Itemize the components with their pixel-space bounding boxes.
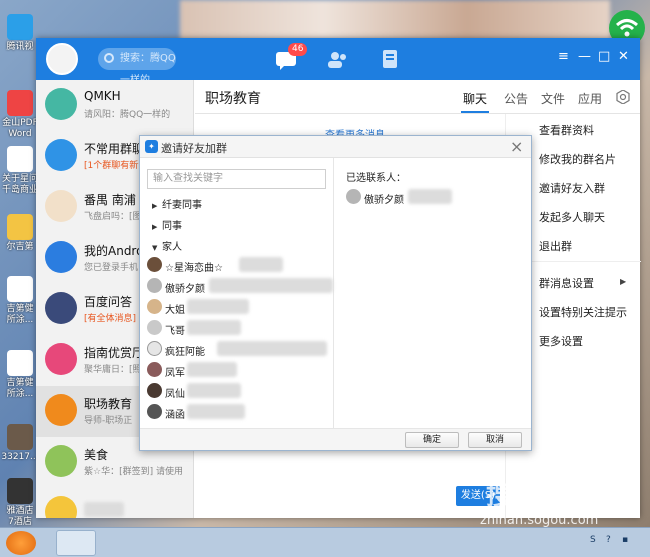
avatar <box>147 299 162 314</box>
dialog-header: ✦ 邀请好友加群 × <box>140 136 531 158</box>
watermark-logo: 搜狗指南 <box>486 481 591 511</box>
wallpaper-photo <box>180 0 610 40</box>
tab-apps[interactable]: 应用 <box>578 90 602 107</box>
help-icon[interactable]: ? <box>606 535 611 545</box>
dialog-title: 邀请好友加群 <box>161 142 227 155</box>
selected-contacts-label: 已选联系人： <box>346 173 406 184</box>
contact-item[interactable] <box>36 488 193 518</box>
video-icon <box>7 14 33 40</box>
document-icon <box>7 146 33 172</box>
redacted-text <box>217 341 327 356</box>
qq-top-bar: 搜索：腾QQ一样的 46 ≡ — □ ✕ <box>36 38 640 86</box>
search-input[interactable]: 搜索：腾QQ一样的 <box>98 48 176 86</box>
chevron-right-icon: ▶ <box>620 277 627 286</box>
my-avatar[interactable] <box>46 43 78 75</box>
qq-logo-icon: ✦ <box>145 140 158 153</box>
menu-icon[interactable]: ≡ <box>558 49 569 64</box>
chat-header: 职场教育 聊天 公告 文件 应用 <box>195 80 640 114</box>
avatar <box>147 383 162 398</box>
avatar <box>45 445 77 477</box>
tab-chat[interactable]: 聊天 <box>463 90 487 107</box>
desktop-icon-tencent-video[interactable]: 腾讯视 <box>0 14 40 53</box>
space-tab-icon[interactable] <box>378 48 402 70</box>
avatar <box>147 257 162 272</box>
friend-picker: 输入查找关键字 ▶ 纤妻同事 ▶ 同事 ▼ 家人 ☆星海恋曲☆ 傲骄夕颜 大姐 飞哥 … <box>140 158 334 428</box>
redacted-text <box>187 383 241 398</box>
maximize-button[interactable]: □ <box>598 49 610 64</box>
folder-icon <box>7 214 33 240</box>
settings-icon[interactable] <box>616 90 630 104</box>
avatar <box>45 88 77 120</box>
desktop-icon-pdf[interactable]: 金山PDF Word <box>0 90 40 140</box>
redacted-name <box>84 502 124 517</box>
tray-icon[interactable]: S <box>590 535 596 545</box>
minimize-button[interactable]: — <box>578 49 591 64</box>
group-family[interactable]: ▼ 家人 <box>152 238 182 253</box>
avatar <box>147 362 162 377</box>
avatar <box>147 341 162 356</box>
redacted-text <box>239 257 283 272</box>
dialog-footer: 确定 取消 <box>140 428 531 450</box>
close-button[interactable]: ✕ <box>618 49 629 64</box>
active-tab-indicator <box>461 111 489 113</box>
group-colleagues-2[interactable]: ▶ 同事 <box>152 217 182 232</box>
page-title: 职场教育 <box>205 91 261 107</box>
avatar <box>45 190 77 222</box>
search-icon <box>104 53 114 63</box>
image-icon <box>7 424 33 450</box>
group-colleagues-1[interactable]: ▶ 纤妻同事 <box>152 196 202 211</box>
desktop-icon-file-2[interactable]: 吉第健 所涂... <box>0 350 40 400</box>
desktop-icon-folder[interactable]: 尔吉第 <box>0 214 40 253</box>
avatar <box>147 320 162 335</box>
chevron-right-icon: ▶ <box>152 223 158 231</box>
avatar <box>147 404 162 419</box>
redacted-text <box>408 189 452 204</box>
menu-group-msg-settings[interactable]: 群消息设置 <box>539 275 594 291</box>
menu-start-multichat[interactable]: 发起多人聊天 <box>539 209 605 225</box>
unread-badge: 46 <box>288 43 308 56</box>
file-icon <box>7 276 33 302</box>
avatar <box>45 394 77 426</box>
avatar <box>45 241 77 273</box>
contacts-tab-icon[interactable] <box>326 48 350 70</box>
cancel-button[interactable]: 取消 <box>468 432 522 448</box>
chevron-down-icon: ▼ <box>152 244 158 252</box>
redacted-text <box>187 404 245 419</box>
tab-notice[interactable]: 公告 <box>504 90 528 107</box>
file-icon <box>7 350 33 376</box>
redacted-text <box>187 320 241 335</box>
confirm-button[interactable]: 确定 <box>405 432 459 448</box>
menu-special-attention[interactable]: 设置特别关注提示 <box>539 304 627 320</box>
contact-item[interactable]: QMKH 请风阳：腾QQ一样的 <box>36 80 193 131</box>
redacted-text <box>187 299 249 314</box>
shortcut-icon <box>7 478 33 504</box>
menu-more-settings[interactable]: 更多设置 <box>539 333 583 349</box>
desktop-icon-doc[interactable]: 关于星问 千岛商业 <box>0 146 40 196</box>
redacted-text <box>209 278 333 293</box>
chevron-right-icon: ▶ <box>152 202 158 210</box>
watermark-url: zhinan.sogou.com <box>480 513 599 528</box>
avatar <box>147 278 162 293</box>
menu-invite-friends[interactable]: 邀请好友入群 <box>539 180 605 196</box>
desktop-icon-image[interactable]: 33217... <box>0 424 40 463</box>
start-button[interactable] <box>6 531 36 555</box>
avatar <box>45 496 77 518</box>
avatar <box>45 343 77 375</box>
redacted-text <box>187 362 237 377</box>
menu-view-group-info[interactable]: 查看群资料 <box>539 122 594 138</box>
invite-friends-dialog: ✦ 邀请好友加群 × 输入查找关键字 ▶ 纤妻同事 ▶ 同事 ▼ 家人 ☆星海恋曲☆ … <box>139 135 532 451</box>
pdf-icon <box>7 90 33 116</box>
taskbar: S ? ▪ <box>0 527 650 557</box>
taskbar-app-explorer[interactable] <box>56 530 96 556</box>
network-icon[interactable]: ▪ <box>622 535 628 545</box>
menu-quit-group[interactable]: 退出群 <box>539 238 572 254</box>
tab-files[interactable]: 文件 <box>541 90 565 107</box>
menu-edit-group-card[interactable]: 修改我的群名片 <box>539 151 616 167</box>
close-icon[interactable]: × <box>510 137 523 156</box>
avatar <box>45 292 77 324</box>
avatar <box>346 189 361 204</box>
desktop-icon-file[interactable]: 吉第健 所涂... <box>0 276 40 326</box>
search-input[interactable]: 输入查找关键字 <box>147 169 326 189</box>
avatar <box>45 139 77 171</box>
